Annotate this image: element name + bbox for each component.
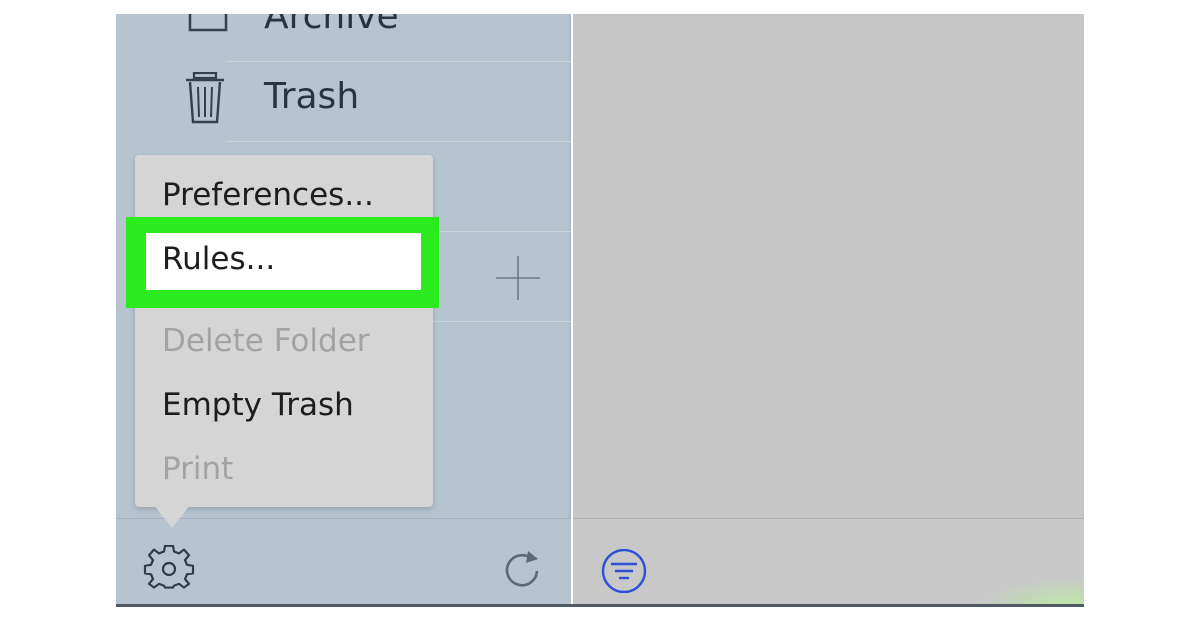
menu-item-empty-trash[interactable]: Empty Trash <box>162 387 354 423</box>
message-list-toolbar <box>573 518 1084 607</box>
sidebar-item-label: Archive <box>264 14 399 37</box>
menu-item-print: Print <box>162 451 234 487</box>
archive-icon <box>188 14 228 32</box>
menu-item-delete-folder: Delete Folder <box>162 323 370 359</box>
menu-item-rules-label[interactable]: Rules... <box>162 241 275 277</box>
trash-icon <box>186 72 224 124</box>
menu-item-preferences[interactable]: Preferences... <box>162 177 374 213</box>
message-list-pane <box>573 14 1084 518</box>
settings-menu: Preferences... Delete Folder Empty Trash… <box>135 155 433 507</box>
sidebar-item-label: Trash <box>264 76 360 117</box>
sidebar-item-trash[interactable]: Trash <box>116 52 571 142</box>
bottom-edge <box>116 604 1084 607</box>
filter-icon[interactable] <box>599 549 649 593</box>
sidebar-toolbar <box>116 518 571 607</box>
menu-pointer <box>150 500 194 528</box>
plus-icon[interactable] <box>494 254 542 302</box>
gear-icon[interactable] <box>142 545 196 593</box>
refresh-icon[interactable] <box>502 549 544 591</box>
decorative-glow <box>974 577 1084 607</box>
